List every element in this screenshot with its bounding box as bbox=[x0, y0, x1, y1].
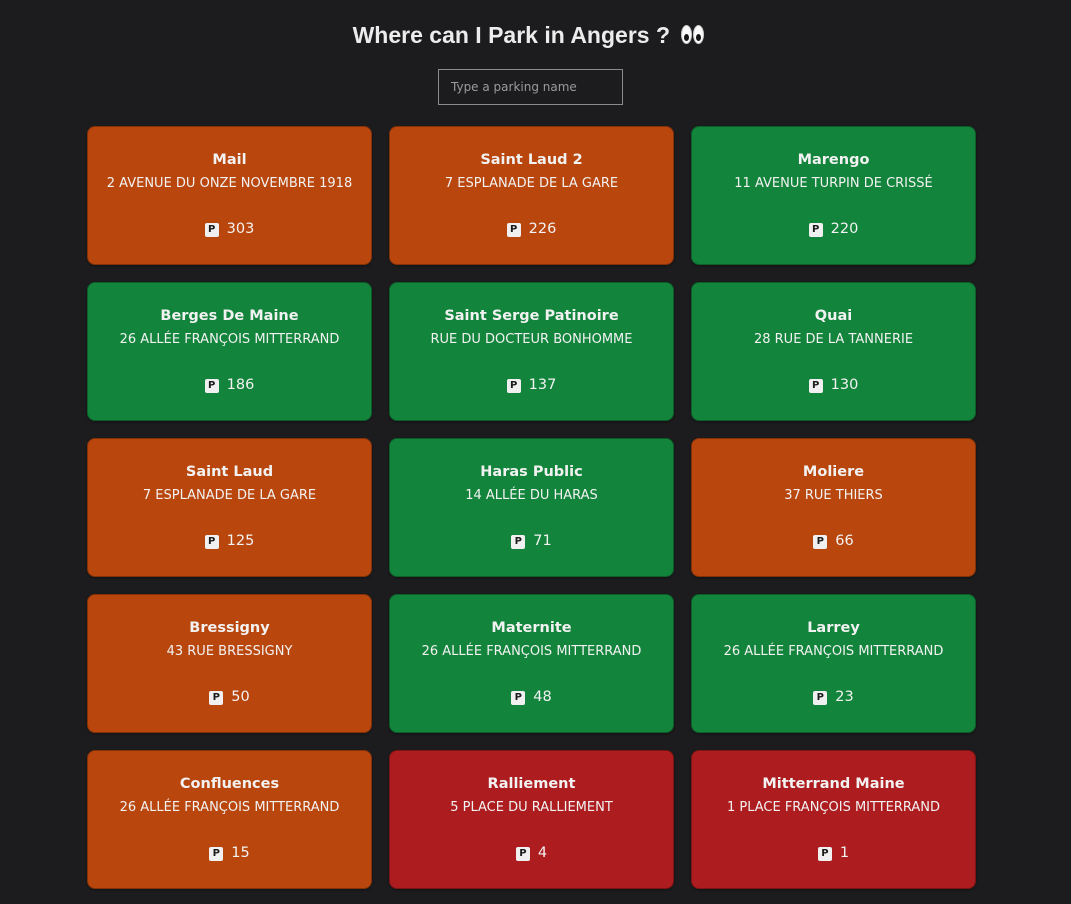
parking-address: 26 ALLÉE FRANÇOIS MITTERRAND bbox=[119, 800, 340, 815]
parking-name: Saint Serge Patinoire bbox=[444, 308, 619, 324]
left-eye-shape bbox=[681, 25, 693, 44]
parking-card[interactable]: Saint Laud 2 7 ESPLANADE DE LA GARE P 226 bbox=[389, 126, 674, 265]
parking-name: Saint Laud bbox=[185, 464, 274, 480]
parking-name: Larrey bbox=[807, 620, 860, 636]
parking-icon: P bbox=[813, 535, 828, 549]
parking-card[interactable]: Confluences 26 ALLÉE FRANÇOIS MITTERRAND… bbox=[87, 750, 372, 889]
page-title-text: Where can I Park in Angers ? bbox=[352, 22, 671, 48]
parking-icon: P bbox=[515, 847, 530, 861]
available-spots-count: 71 bbox=[533, 533, 552, 549]
parking-icon: P bbox=[808, 223, 823, 237]
parking-availability: P 303 bbox=[88, 220, 371, 238]
parking-availability: P 50 bbox=[88, 688, 371, 706]
parking-name: Confluences bbox=[179, 776, 280, 792]
parking-card[interactable]: Ralliement 5 PLACE DU RALLIEMENT P4 bbox=[389, 750, 674, 889]
parking-address: RUE DU DOCTEUR BONHOMME bbox=[430, 332, 633, 347]
parking-availability: P 226 bbox=[390, 220, 673, 238]
parking-address: 7 ESPLANADE DE LA GARE bbox=[444, 176, 619, 191]
parking-availability: P4 bbox=[390, 844, 673, 862]
parking-address: 1 PLACE FRANÇOIS MITTERRAND bbox=[726, 800, 941, 815]
parking-name: Bressigny bbox=[189, 620, 270, 636]
available-spots-count: 23 bbox=[835, 689, 854, 705]
parking-search-input[interactable] bbox=[438, 69, 623, 105]
available-spots-count: 226 bbox=[528, 221, 557, 237]
parking-address: 26 ALLÉE FRANÇOIS MITTERRAND bbox=[723, 644, 944, 659]
parking-name: Mail bbox=[212, 152, 247, 168]
available-spots-count: 50 bbox=[231, 689, 250, 705]
parking-address: 26 ALLÉE FRANÇOIS MITTERRAND bbox=[421, 644, 642, 659]
parking-availability: P 186 bbox=[88, 376, 371, 394]
right-eye-shape bbox=[693, 25, 705, 44]
parking-icon: P bbox=[511, 535, 526, 549]
parking-name: Ralliement bbox=[487, 776, 576, 792]
parking-name: Haras Public bbox=[480, 464, 583, 480]
parking-icon: P bbox=[506, 223, 521, 237]
parking-address: 37 RUE THIERS bbox=[784, 488, 883, 503]
parking-availability: P 66 bbox=[692, 532, 975, 550]
parking-name: Marengo bbox=[797, 152, 870, 168]
parking-icon: P bbox=[817, 847, 832, 861]
parking-card[interactable]: Haras Public 14 ALLÉE DU HARAS P 71 bbox=[389, 438, 674, 577]
parking-address: 2 AVENUE DU ONZE NOVEMBRE 1918 bbox=[106, 176, 353, 191]
parking-name: Saint Laud 2 bbox=[480, 152, 583, 168]
parking-address: 43 RUE BRESSIGNY bbox=[166, 644, 293, 659]
available-spots-count: 303 bbox=[226, 221, 255, 237]
parking-address: 11 AVENUE TURPIN DE CRISSÉ bbox=[734, 176, 933, 191]
available-spots-count: 137 bbox=[528, 377, 557, 393]
parking-availability: P 125 bbox=[88, 532, 371, 550]
parking-icon: P bbox=[209, 847, 224, 861]
parking-name: Berges De Maine bbox=[160, 308, 299, 324]
parking-icon: P bbox=[813, 691, 828, 705]
parking-availability: P 130 bbox=[692, 376, 975, 394]
parking-availability: P1 bbox=[692, 844, 975, 862]
parking-availability: P 220 bbox=[692, 220, 975, 238]
parking-name: Moliere bbox=[802, 464, 865, 480]
parking-name: Quai bbox=[814, 308, 853, 324]
parking-address: 14 ALLÉE DU HARAS bbox=[465, 488, 598, 503]
parking-icon: P bbox=[204, 535, 219, 549]
parking-card[interactable]: Saint Serge Patinoire RUE DU DOCTEUR BON… bbox=[389, 282, 674, 421]
parking-card[interactable]: Mail 2 AVENUE DU ONZE NOVEMBRE 1918 P 303 bbox=[87, 126, 372, 265]
available-spots-count: 1 bbox=[839, 845, 850, 861]
available-spots-count: 220 bbox=[830, 221, 859, 237]
available-spots-count: 4 bbox=[537, 845, 548, 861]
page: Where can I Park in Angers ? Mail 2 AVEN… bbox=[0, 0, 1071, 904]
parking-card[interactable]: Mitterrand Maine 1 PLACE FRANÇOIS MITTER… bbox=[691, 750, 976, 889]
parking-card[interactable]: Moliere 37 RUE THIERS P 66 bbox=[691, 438, 976, 577]
eyes-icon bbox=[680, 24, 706, 46]
parking-card[interactable]: Larrey 26 ALLÉE FRANÇOIS MITTERRAND P 23 bbox=[691, 594, 976, 733]
parking-icon: P bbox=[511, 691, 526, 705]
parking-availability: P 15 bbox=[88, 844, 371, 862]
parking-icon: P bbox=[506, 379, 521, 393]
parking-card[interactable]: Bressigny 43 RUE BRESSIGNY P 50 bbox=[87, 594, 372, 733]
parking-name: Mitterrand Maine bbox=[762, 776, 905, 792]
parking-address: 26 ALLÉE FRANÇOIS MITTERRAND bbox=[119, 332, 340, 347]
parking-card[interactable]: Saint Laud 7 ESPLANADE DE LA GARE P 125 bbox=[87, 438, 372, 577]
available-spots-count: 130 bbox=[830, 377, 859, 393]
parking-icon: P bbox=[808, 379, 823, 393]
available-spots-count: 66 bbox=[835, 533, 854, 549]
parking-card[interactable]: Quai 28 RUE DE LA TANNERIE P 130 bbox=[691, 282, 976, 421]
parking-icon: P bbox=[204, 379, 219, 393]
parking-icon: P bbox=[204, 223, 219, 237]
parking-availability: P 71 bbox=[390, 532, 673, 550]
parking-card[interactable]: Marengo 11 AVENUE TURPIN DE CRISSÉ P 220 bbox=[691, 126, 976, 265]
parking-availability: P 23 bbox=[692, 688, 975, 706]
parking-availability: P 48 bbox=[390, 688, 673, 706]
available-spots-count: 125 bbox=[226, 533, 255, 549]
parking-grid: Mail 2 AVENUE DU ONZE NOVEMBRE 1918 P 303… bbox=[87, 126, 976, 889]
parking-availability: P 137 bbox=[390, 376, 673, 394]
parking-icon: P bbox=[209, 691, 224, 705]
parking-address: 28 RUE DE LA TANNERIE bbox=[753, 332, 914, 347]
parking-address: 5 PLACE DU RALLIEMENT bbox=[450, 800, 613, 815]
available-spots-count: 15 bbox=[231, 845, 250, 861]
available-spots-count: 48 bbox=[533, 689, 552, 705]
page-title: Where can I Park in Angers ? bbox=[0, 20, 1059, 50]
parking-card[interactable]: Berges De Maine 26 ALLÉE FRANÇOIS MITTER… bbox=[87, 282, 372, 421]
parking-address: 7 ESPLANADE DE LA GARE bbox=[142, 488, 317, 503]
available-spots-count: 186 bbox=[226, 377, 255, 393]
parking-card[interactable]: Maternite 26 ALLÉE FRANÇOIS MITTERRAND P… bbox=[389, 594, 674, 733]
parking-name: Maternite bbox=[491, 620, 572, 636]
